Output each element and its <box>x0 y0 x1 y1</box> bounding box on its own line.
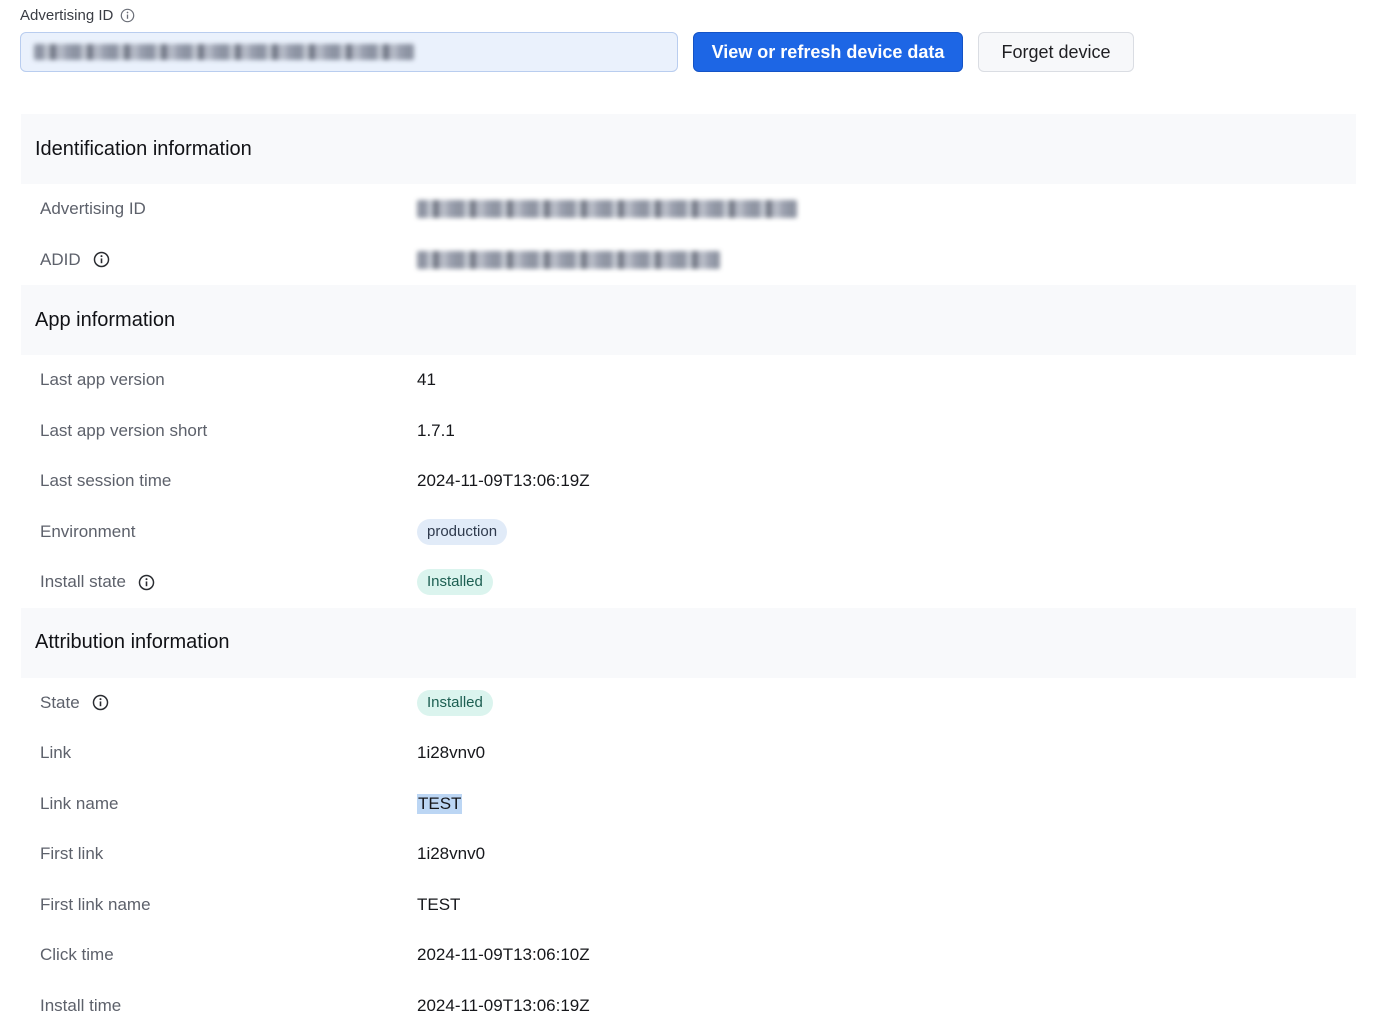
device-data-panel: Identification information Advertising I… <box>21 114 1356 1031</box>
info-circle-icon[interactable] <box>138 574 155 591</box>
row-last-app-version-short: Last app version short 1.7.1 <box>21 406 1356 457</box>
row-first-link: First link 1i28vnv0 <box>21 829 1356 880</box>
row-value: 1i28vnv0 <box>417 743 486 763</box>
row-state: State Installed <box>21 678 1356 729</box>
info-circle-icon[interactable] <box>93 251 110 268</box>
row-key: ADID <box>40 250 110 270</box>
row-install-time: Install time 2024-11-09T13:06:19Z <box>21 981 1356 1032</box>
row-key: First link name <box>40 894 151 914</box>
advertising-id-label: Advertising ID <box>20 7 135 24</box>
row-value <box>417 250 720 269</box>
redacted-adid-value <box>417 250 720 269</box>
row-link: Link 1i28vnv0 <box>21 728 1356 779</box>
row-environment: Environment production <box>21 507 1356 558</box>
row-key: Last app version short <box>40 420 208 440</box>
state-badge: Installed <box>417 689 493 716</box>
row-last-app-version: Last app version 41 <box>21 355 1356 406</box>
row-value: 1i28vnv0 <box>417 844 486 864</box>
section-title-attribution: Attribution information <box>21 607 1356 678</box>
row-key: First link <box>40 844 104 864</box>
row-value: 2024-11-09T13:06:19Z <box>417 995 590 1015</box>
selected-text[interactable]: TEST <box>417 793 463 814</box>
info-circle-icon[interactable] <box>92 694 109 711</box>
row-value: 41 <box>417 370 436 390</box>
row-value: TEST <box>417 894 461 914</box>
row-key: Advertising ID <box>40 199 146 219</box>
advertising-id-input[interactable] <box>20 32 678 72</box>
row-key: Link name <box>40 793 119 813</box>
info-circle-icon[interactable] <box>120 8 135 23</box>
row-value: 2024-11-09T13:06:10Z <box>417 945 590 965</box>
row-value: TEST <box>417 793 463 814</box>
environment-badge: production <box>417 518 508 545</box>
forget-device-button[interactable]: Forget device <box>978 32 1134 72</box>
row-last-session-time: Last session time 2024-11-09T13:06:19Z <box>21 456 1356 507</box>
section-title-app: App information <box>21 285 1356 355</box>
redacted-advertising-id <box>34 44 414 60</box>
row-value <box>417 200 797 219</box>
row-key: Environment <box>40 521 136 541</box>
row-install-state: Install state Installed <box>21 557 1356 608</box>
row-value: Installed <box>417 689 493 716</box>
row-key: Install time <box>40 995 122 1015</box>
row-adid: ADID <box>21 235 1356 286</box>
row-value: Installed <box>417 569 493 596</box>
row-first-link-name: First link name TEST <box>21 880 1356 931</box>
section-title-identification: Identification information <box>21 114 1356 184</box>
row-key: Last app version <box>40 370 165 390</box>
row-key: Click time <box>40 945 114 965</box>
row-link-name: Link name TEST <box>21 779 1356 830</box>
row-advertising-id: Advertising ID <box>21 184 1356 235</box>
row-value: production <box>417 518 508 545</box>
row-key: State <box>40 693 109 713</box>
view-refresh-device-data-button[interactable]: View or refresh device data <box>693 32 963 72</box>
row-value: 2024-11-09T13:06:19Z <box>417 471 590 491</box>
row-key: Install state <box>40 572 155 592</box>
row-click-time: Click time 2024-11-09T13:06:10Z <box>21 930 1356 981</box>
advertising-id-label-text: Advertising ID <box>20 7 114 24</box>
row-value: 1.7.1 <box>417 420 455 440</box>
redacted-advertising-id-value <box>417 200 797 219</box>
row-key: Link <box>40 743 72 763</box>
row-key: Last session time <box>40 471 172 491</box>
install-state-badge: Installed <box>417 569 493 596</box>
